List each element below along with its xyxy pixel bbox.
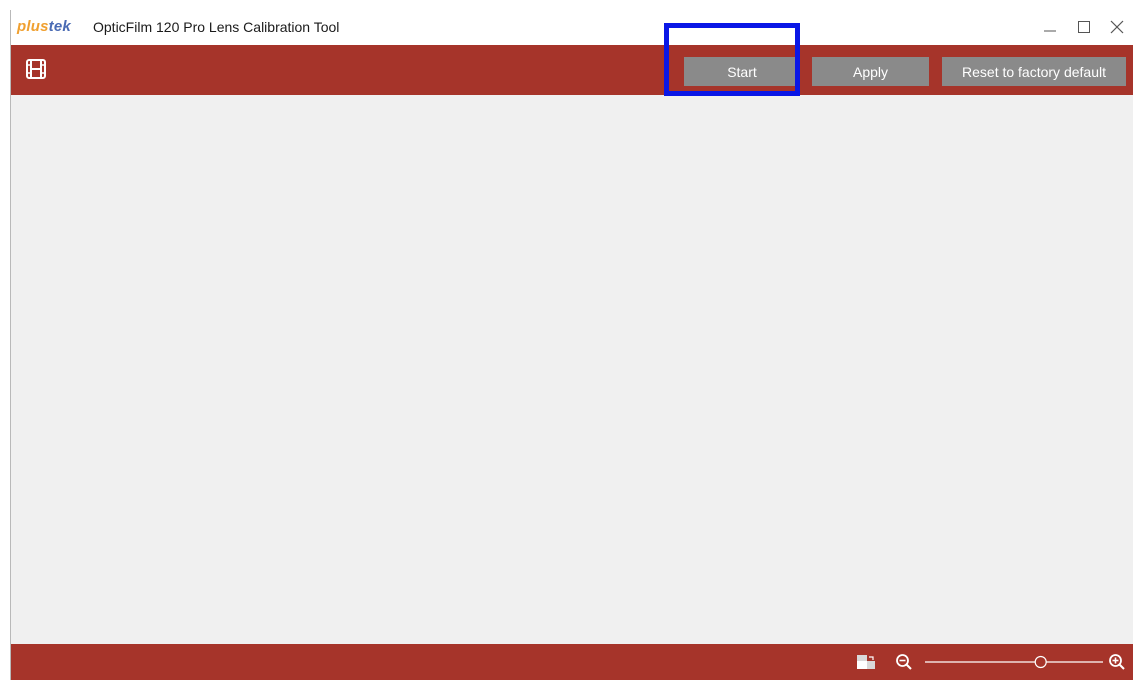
fit-to-window-icon[interactable] <box>856 654 876 670</box>
status-bar <box>11 644 1133 680</box>
reset-factory-default-button[interactable]: Reset to factory default <box>942 57 1126 86</box>
toolbar: Start Apply Reset to factory default <box>11 45 1133 95</box>
close-button[interactable] <box>1106 16 1128 38</box>
zoom-in-icon[interactable] <box>1108 653 1126 671</box>
logo-tek: tek <box>48 18 71 35</box>
apply-button[interactable]: Apply <box>812 57 929 86</box>
maximize-icon <box>1078 21 1090 33</box>
minimize-icon <box>1044 30 1056 32</box>
minimize-button[interactable] <box>1039 16 1061 38</box>
film-icon[interactable] <box>25 58 47 80</box>
plustek-logo: plustek <box>17 18 71 35</box>
maximize-button[interactable] <box>1073 16 1095 38</box>
zoom-slider-thumb[interactable] <box>1034 655 1047 669</box>
zoom-slider[interactable] <box>923 653 1105 671</box>
app-window: plustek OpticFilm 120 Pro Lens Calibrati… <box>10 10 1133 680</box>
title-bar: plustek OpticFilm 120 Pro Lens Calibrati… <box>11 10 1133 45</box>
start-button[interactable]: Start <box>684 57 800 86</box>
window-title: OpticFilm 120 Pro Lens Calibration Tool <box>93 19 340 35</box>
zoom-out-icon[interactable] <box>895 653 913 671</box>
close-icon <box>1110 20 1124 34</box>
preview-area <box>11 95 1133 644</box>
logo-plus: plus <box>17 18 49 35</box>
